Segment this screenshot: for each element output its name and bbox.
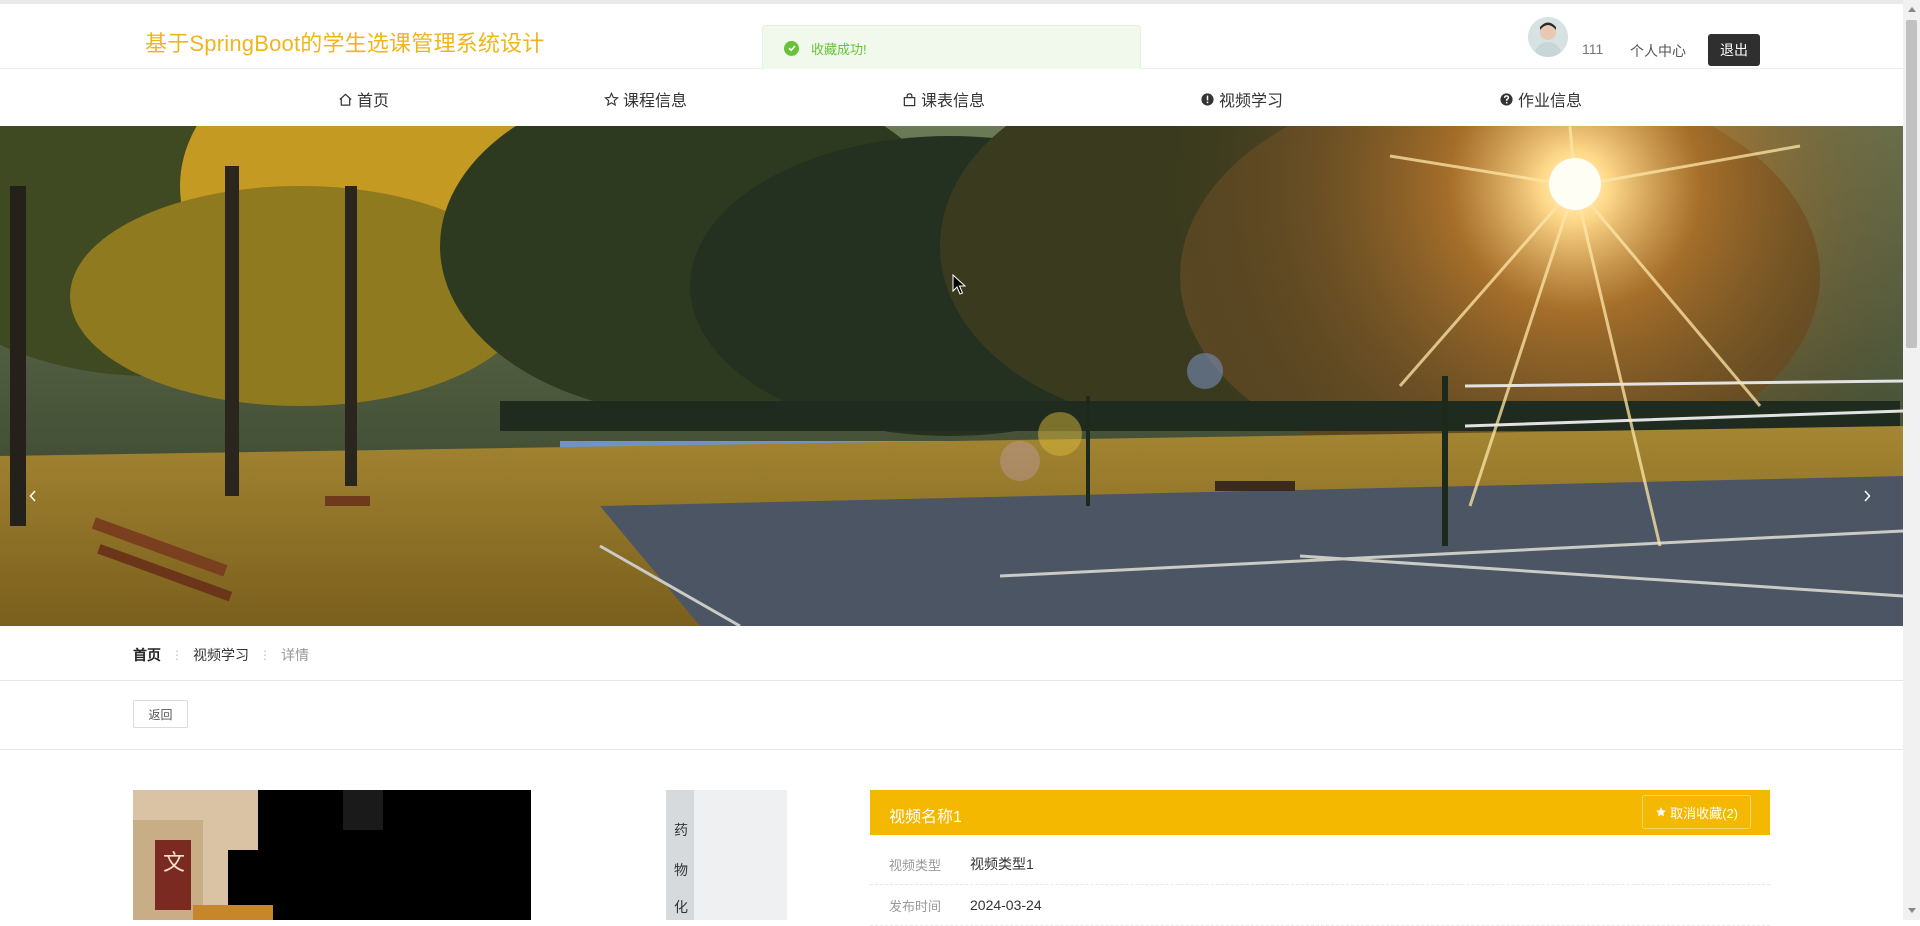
scroll-up-icon[interactable] — [1906, 3, 1917, 15]
svg-text:化: 化 — [674, 900, 688, 916]
nav-item-schedule[interactable]: 课表信息 — [902, 87, 985, 111]
nav-label: 课表信息 — [921, 93, 986, 110]
question-circle-icon — [1500, 92, 1513, 106]
nav-item-courses[interactable]: 课程信息 — [604, 87, 687, 111]
site-title[interactable]: 基于SpringBoot的学生选课管理系统设计 — [145, 26, 544, 58]
toast-message: 收藏成功! — [811, 41, 867, 57]
chevron-left-icon — [29, 490, 36, 502]
breadcrumb-section[interactable]: 视频学习 — [193, 645, 249, 665]
banner-carousel[interactable] — [0, 126, 1903, 626]
nav-label: 作业信息 — [1518, 93, 1583, 110]
detail-value: 2024-03-24 — [970, 897, 1042, 913]
svg-text:物: 物 — [674, 863, 688, 879]
divider — [0, 749, 1903, 750]
divider — [0, 680, 1903, 681]
video-cover-image[interactable]: 文 — [133, 790, 531, 920]
user-avatar[interactable] — [1528, 17, 1568, 57]
video-poster-image[interactable]: 药 物 化 — [666, 790, 787, 920]
svg-text:文: 文 — [163, 851, 185, 876]
nav-label: 视频学习 — [1219, 93, 1284, 110]
home-icon — [339, 93, 352, 106]
back-button[interactable]: 返回 — [133, 700, 188, 728]
detail-value: 视频类型1 — [970, 856, 1034, 872]
nav-item-video[interactable]: 视频学习 — [1200, 87, 1283, 111]
nav-label: 课程信息 — [623, 93, 688, 110]
bag-icon — [903, 92, 916, 106]
success-toast: 收藏成功! — [762, 25, 1141, 71]
username: 111 — [1582, 41, 1604, 57]
logout-button[interactable]: 退出 — [1708, 34, 1760, 66]
banner-image — [0, 126, 1903, 626]
chevron-right-icon — [1864, 490, 1871, 502]
breadcrumb: 首页 ⋮ 视频学习 ⋮ 详情 — [133, 645, 309, 665]
unfavorite-button[interactable]: 取消收藏(2) — [1642, 795, 1751, 829]
star-icon — [604, 91, 619, 106]
check-circle-icon — [784, 40, 799, 56]
unfavorite-label: 取消收藏(2) — [1670, 805, 1738, 821]
nav-label: 首页 — [357, 93, 390, 110]
detail-label: 视频类型 — [889, 857, 942, 873]
breadcrumb-separator: ⋮ — [171, 648, 183, 662]
detail-label: 发布时间 — [889, 898, 942, 914]
svg-text:药: 药 — [674, 823, 688, 839]
scroll-down-icon[interactable] — [1906, 905, 1917, 917]
nav-item-homework[interactable]: 作业信息 — [1499, 87, 1582, 111]
carousel-next-button[interactable] — [1855, 484, 1879, 508]
alert-circle-icon — [1201, 92, 1214, 106]
carousel-prev-button[interactable] — [21, 484, 45, 508]
breadcrumb-separator: ⋮ — [259, 648, 271, 662]
mouse-cursor-icon — [952, 274, 966, 295]
personal-center-link[interactable]: 个人中心 — [1630, 41, 1686, 61]
breadcrumb-current: 详情 — [281, 647, 309, 663]
breadcrumb-home[interactable]: 首页 — [133, 645, 161, 665]
video-title: 视频名称1 — [889, 809, 962, 826]
detail-row-type: 视频类型 视频类型1 — [870, 844, 1770, 885]
nav-item-home[interactable]: 首页 — [338, 87, 389, 111]
scrollbar-thumb[interactable] — [1906, 20, 1917, 348]
star-icon — [1656, 807, 1666, 817]
main-nav: 首页 课程信息 课表信息 视频学习 作业信息 — [0, 69, 1903, 125]
detail-header: 视频名称1 取消收藏(2) — [870, 790, 1770, 835]
